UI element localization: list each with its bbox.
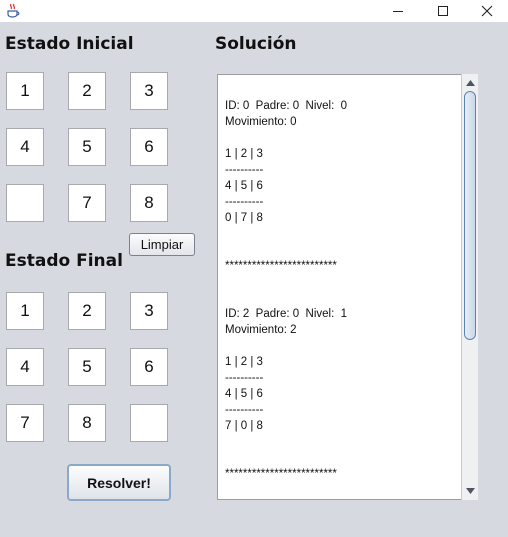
solution-text-area[interactable]: ID: 0 Padre: 0 Nivel: 0 Movimiento: 0 1 … (217, 74, 478, 500)
arrow-up-icon (465, 80, 475, 86)
scroll-down-button[interactable] (462, 483, 478, 499)
initial-cell-1[interactable]: 1 (6, 72, 44, 110)
close-icon (481, 5, 493, 17)
scroll-thumb[interactable] (464, 91, 476, 340)
initial-cell-6[interactable]: 6 (130, 128, 168, 166)
solution-title: Solución (215, 34, 297, 54)
final-cell-3[interactable]: 3 (130, 292, 168, 330)
minimize-button[interactable] (376, 0, 420, 22)
initial-cell-8[interactable]: 7 (68, 184, 106, 222)
maximize-icon (438, 6, 448, 16)
solution-output: ID: 0 Padre: 0 Nivel: 0 Movimiento: 0 1 … (225, 100, 348, 480)
java-coffee-cup-icon (6, 3, 20, 18)
initial-cell-4[interactable]: 4 (6, 128, 44, 166)
initial-cell-5[interactable]: 5 (68, 128, 106, 166)
final-cell-4[interactable]: 4 (6, 348, 44, 386)
maximize-button[interactable] (421, 0, 465, 22)
initial-cell-7[interactable] (6, 184, 44, 222)
vertical-scrollbar[interactable] (461, 74, 478, 500)
initial-cell-3[interactable]: 3 (130, 72, 168, 110)
final-cell-6[interactable]: 6 (130, 348, 168, 386)
initial-state-title: Estado Inicial (5, 34, 134, 54)
arrow-down-icon (465, 488, 475, 494)
final-cell-1[interactable]: 1 (6, 292, 44, 330)
final-cell-8[interactable]: 8 (68, 404, 106, 442)
final-cell-9[interactable] (130, 404, 168, 442)
close-button[interactable] (465, 0, 508, 22)
final-state-title: Estado Final (5, 251, 123, 271)
initial-cell-2[interactable]: 2 (68, 72, 106, 110)
final-cell-5[interactable]: 5 (68, 348, 106, 386)
initial-cell-9[interactable]: 8 (130, 184, 168, 222)
final-cell-7[interactable]: 7 (6, 404, 44, 442)
minimize-icon (393, 11, 403, 12)
clear-button[interactable]: Limpiar (129, 233, 195, 256)
scroll-up-button[interactable] (462, 75, 478, 91)
final-cell-2[interactable]: 2 (68, 292, 106, 330)
title-bar (0, 0, 508, 22)
solve-button[interactable]: Resolver! (67, 464, 171, 501)
